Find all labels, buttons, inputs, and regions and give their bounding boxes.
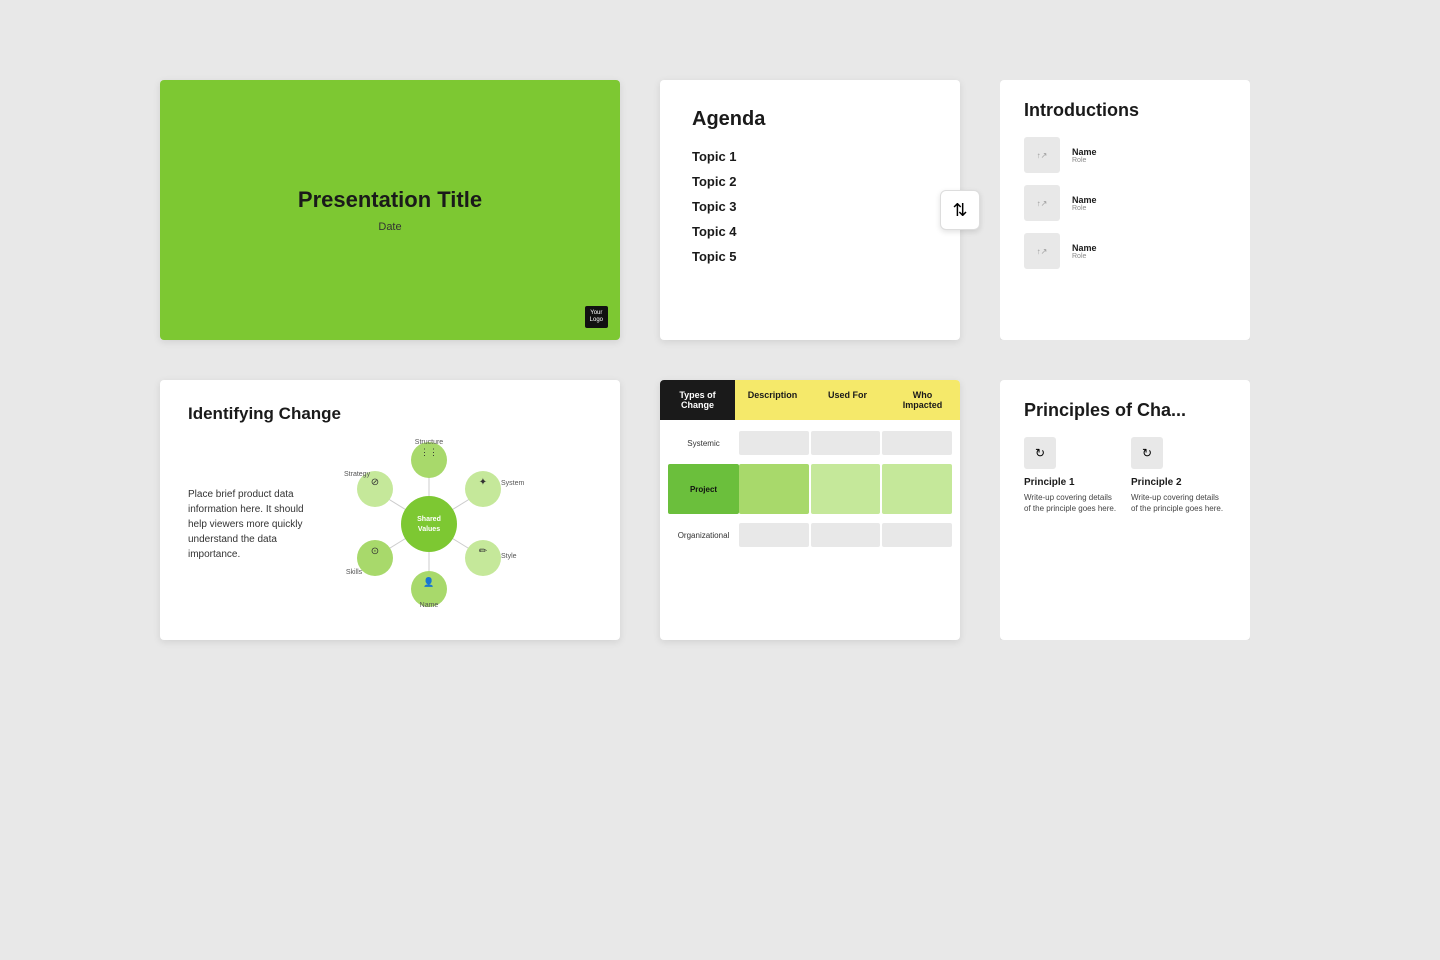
- svg-text:👤: 👤: [423, 576, 434, 587]
- presentation-date: Date: [378, 221, 401, 233]
- agenda-title: Agenda: [692, 108, 928, 131]
- svg-text:Systems: Systems: [501, 480, 524, 487]
- intro-role-3: Role: [1072, 253, 1097, 260]
- svg-text:Name: Name: [420, 602, 439, 609]
- identifying-change-title: Identifying Change: [188, 404, 592, 424]
- svg-text:Strategy: Strategy: [344, 471, 371, 478]
- intro-role-2: Role: [1072, 205, 1097, 212]
- wheel-diagram: Shared Values ⋮⋮ Structure ✦ Systems: [334, 434, 524, 614]
- principle-2-icon: ↻: [1131, 437, 1163, 469]
- agenda-topic-2: Topic 2: [692, 174, 928, 189]
- systemic-label: Systemic: [668, 435, 739, 452]
- project-label: Project: [668, 464, 739, 514]
- intro-name-1: Name: [1072, 147, 1097, 157]
- introductions-title: Introductions: [1024, 100, 1226, 121]
- intro-role-1: Role: [1072, 157, 1097, 164]
- principle-1-desc: Write-up covering details of the princip…: [1024, 492, 1119, 514]
- svg-text:⊘: ⊘: [371, 477, 379, 488]
- svg-text:✏: ✏: [479, 546, 488, 557]
- svg-text:⋮⋮: ⋮⋮: [420, 447, 438, 457]
- types-body: Systemic Project: [660, 420, 960, 558]
- intro-person-2: ↑↗ Name Role: [1024, 185, 1226, 221]
- slide-principles-of-change: Principles of Cha... ↻ Principle 1 Write…: [1000, 380, 1250, 640]
- agenda-topic-4: Topic 4: [692, 224, 928, 239]
- svg-text:Style: Style: [501, 553, 517, 560]
- slide-types-of-change: Types of Change Description Used For Who…: [660, 380, 960, 640]
- organizational-label: Organizational: [668, 527, 739, 544]
- logo-placeholder: Your Logo: [585, 306, 608, 328]
- swap-button[interactable]: ⇅: [940, 190, 980, 230]
- principles-title: Principles of Cha...: [1024, 400, 1226, 421]
- systemic-row: Systemic: [668, 428, 952, 458]
- agenda-topic-1: Topic 1: [692, 149, 928, 164]
- intro-person-1: ↑↗ Name Role: [1024, 137, 1226, 173]
- svg-text:⊙: ⊙: [371, 546, 379, 557]
- principles-grid: ↻ Principle 1 Write-up covering details …: [1024, 437, 1226, 514]
- slide-presentation-title: Presentation Title Date Your Logo: [160, 80, 620, 340]
- principle-2: ↻ Principle 2 Write-up covering details …: [1131, 437, 1226, 514]
- principle-1-icon: ↻: [1024, 437, 1056, 469]
- svg-text:Structure: Structure: [415, 439, 444, 446]
- identifying-change-body: Place brief product data information her…: [188, 487, 318, 562]
- types-header: Types of Change Description Used For Who…: [660, 380, 960, 420]
- wheel-svg: Shared Values ⋮⋮ Structure ✦ Systems: [334, 434, 524, 614]
- header-description: Description: [735, 380, 810, 420]
- intro-person-3: ↑↗ Name Role: [1024, 233, 1226, 269]
- slide-identifying-change: Identifying Change Place brief product d…: [160, 380, 620, 640]
- organizational-row: Organizational: [668, 520, 952, 550]
- agenda-topic-3: Topic 3: [692, 199, 928, 214]
- header-types: Types of Change: [660, 380, 735, 420]
- header-who-impacted: Who Impacted: [885, 380, 960, 420]
- presentation-title: Presentation Title: [298, 187, 482, 213]
- slide-introductions: Introductions ↑↗ Name Role ↑↗ Name Role: [1000, 80, 1250, 340]
- header-used-for: Used For: [810, 380, 885, 420]
- principle-1-name: Principle 1: [1024, 477, 1119, 488]
- intro-name-2: Name: [1072, 195, 1097, 205]
- principle-2-name: Principle 2: [1131, 477, 1226, 488]
- svg-text:Skills: Skills: [346, 569, 363, 576]
- project-row: Project: [668, 464, 952, 514]
- slide-agenda: Agenda Topic 1 Topic 2 Topic 3 Topic 4 T…: [660, 80, 960, 340]
- agenda-topic-5: Topic 5: [692, 249, 928, 264]
- principle-1: ↻ Principle 1 Write-up covering details …: [1024, 437, 1119, 514]
- avatar-3: ↑↗: [1024, 233, 1060, 269]
- intro-name-3: Name: [1072, 243, 1097, 253]
- principle-2-desc: Write-up covering details of the princip…: [1131, 492, 1226, 514]
- avatar-1: ↑↗: [1024, 137, 1060, 173]
- avatar-2: ↑↗: [1024, 185, 1060, 221]
- svg-text:Values: Values: [418, 526, 440, 533]
- svg-text:Shared: Shared: [417, 516, 441, 523]
- svg-text:✦: ✦: [479, 477, 487, 488]
